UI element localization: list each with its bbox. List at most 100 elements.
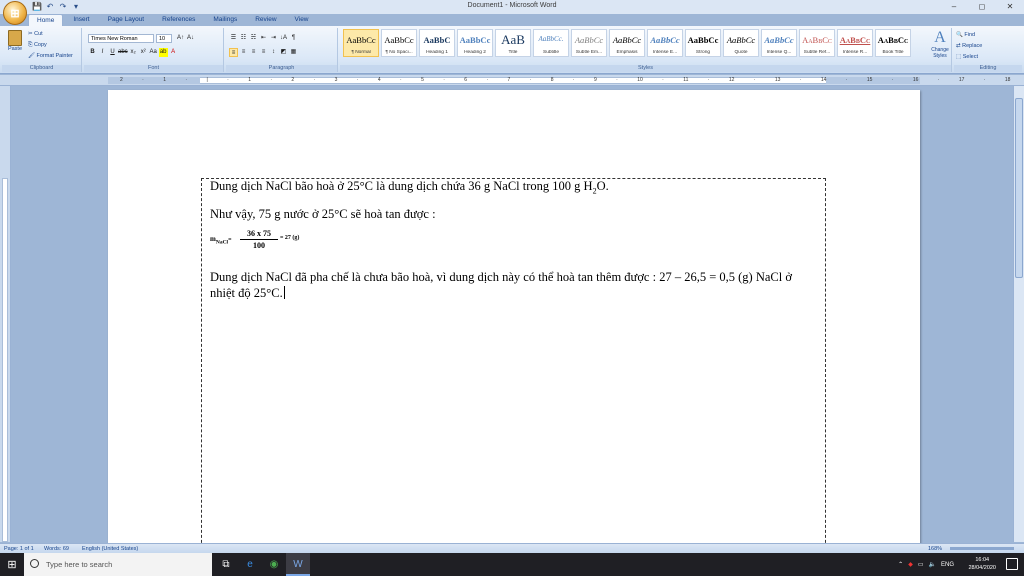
strikethrough-button[interactable]: abc [118, 48, 128, 57]
edge-icon[interactable]: e [238, 553, 262, 576]
format-painter-button[interactable]: 🖌 Format Painter [28, 53, 73, 59]
ruler-numbers: 2 · 1 · | · 1 · 2 · 3 · 4 · 5 · 6 · 7 · … [120, 77, 1011, 83]
bold-button[interactable]: B [88, 48, 97, 57]
style-book-title[interactable]: AaBbCc Book Title [875, 29, 911, 57]
font-color-button[interactable]: A [169, 48, 178, 57]
title-bar: 💾 ↶ ↷ ▾ Document1 - Microsoft Word – ◻ ✕ [0, 0, 1024, 14]
ribbon: Paste ✂ Cut ⎘ Copy 🖌 Format Painter Clip… [0, 26, 1024, 74]
change-styles-button[interactable]: A Change Styles [928, 29, 952, 65]
paste-button[interactable]: Paste [6, 30, 24, 54]
close-button[interactable]: ✕ [996, 0, 1024, 14]
maximize-button[interactable]: ◻ [968, 0, 996, 14]
style-normal[interactable]: AaBbCc ¶ Normal [343, 29, 379, 57]
zoom-slider[interactable] [950, 547, 1014, 550]
change-case-button[interactable]: Aa [149, 48, 158, 57]
bullets-icon[interactable]: ☰ [229, 34, 238, 43]
windows-taskbar: ⊞ Type here to search ⧉ e ◉ W ⌃ ◆ ▭ 🔈 EN… [0, 553, 1024, 576]
subscript-button[interactable]: x₂ [129, 48, 138, 57]
style-subtle-emphasis[interactable]: AaBbCc Subtle Em... [571, 29, 607, 57]
text-caret [283, 286, 285, 299]
formula: mNaCl= 36 x 75 100 = 27 (g) [210, 229, 300, 250]
borders-icon[interactable]: ▦ [289, 48, 298, 57]
increase-indent-icon[interactable]: ⇥ [269, 34, 278, 43]
style-quote[interactable]: AaBbCc Quote [723, 29, 759, 57]
office-button[interactable]: ⊞ [3, 1, 27, 25]
minimize-button[interactable]: – [940, 0, 968, 14]
shading-icon[interactable]: ◩ [279, 48, 288, 57]
clipboard-group: Paste ✂ Cut ⎘ Copy 🖌 Format Painter Clip… [2, 28, 82, 72]
cut-button[interactable]: ✂ Cut [28, 31, 43, 37]
style-intense-reference[interactable]: AaBbCc Intense R... [837, 29, 873, 57]
horizontal-ruler[interactable]: 2 · 1 · | · 1 · 2 · 3 · 4 · 5 · 6 · 7 · … [0, 75, 1024, 86]
numbering-icon[interactable]: ☷ [239, 34, 248, 43]
paragraph-3: Dung dịch NaCl đã pha chế là chưa bão ho… [210, 270, 792, 284]
window-controls: – ◻ ✕ [940, 0, 1024, 14]
editing-group-label: Editing [954, 65, 1022, 72]
style-subtle-reference[interactable]: AaBbCc Subtle Ref... [799, 29, 835, 57]
taskbar-apps: ⧉ e ◉ W [214, 553, 310, 576]
align-center-icon[interactable]: ≡ [239, 48, 248, 57]
font-group: Times New Roman 10 A↑ A↓ B I U abc x₂ x²… [84, 28, 224, 72]
line-spacing-icon[interactable]: ↕ [269, 48, 278, 57]
find-button[interactable]: 🔍 Find [956, 30, 982, 41]
font-name-select[interactable]: Times New Roman [88, 34, 154, 43]
formula-fraction: 36 x 75 100 [240, 229, 278, 250]
network-icon[interactable]: ▭ [918, 561, 924, 568]
decrease-indent-icon[interactable]: ⇤ [259, 34, 268, 43]
tab-insert[interactable]: Insert [65, 14, 97, 26]
style-heading-1[interactable]: AaBbC Heading 1 [419, 29, 455, 57]
tab-home[interactable]: Home [28, 14, 64, 26]
vertical-scrollbar[interactable] [1013, 86, 1024, 542]
copy-button[interactable]: ⎘ Copy [28, 42, 47, 49]
chrome-icon[interactable]: ◉ [262, 553, 286, 576]
grow-font-button[interactable]: A↑ [176, 34, 185, 43]
font-size-select[interactable]: 10 [156, 34, 172, 43]
style-strong[interactable]: AaBbCc Strong [685, 29, 721, 57]
italic-button[interactable]: I [98, 48, 107, 57]
shrink-font-button[interactable]: A↓ [186, 34, 195, 43]
select-button[interactable]: ⬚ Select [956, 52, 982, 63]
style-no-spacing[interactable]: AaBbCc ¶ No Spaci... [381, 29, 417, 57]
font-group-label: Font [84, 65, 223, 72]
search-icon [30, 559, 39, 568]
language-indicator-tray[interactable]: ENG [941, 562, 954, 568]
style-emphasis[interactable]: AaBbCc Emphasis [609, 29, 645, 57]
clipboard-icon [8, 30, 22, 46]
align-left-icon[interactable]: ≡ [229, 48, 238, 57]
highlight-button[interactable]: ab [158, 48, 168, 57]
style-title[interactable]: AaB Title [495, 29, 531, 57]
word-app-icon[interactable]: W [286, 553, 310, 576]
vertical-ruler[interactable] [0, 86, 11, 542]
tab-view[interactable]: View [287, 14, 317, 26]
tab-references[interactable]: References [154, 14, 203, 26]
antivirus-icon[interactable]: ◆ [908, 561, 913, 568]
taskbar-clock[interactable]: 16:04 28/04/2020 [968, 556, 996, 572]
scrollbar-thumb[interactable] [1015, 98, 1023, 278]
style-intense-emphasis[interactable]: AaBbCc Intense E... [647, 29, 683, 57]
notification-icon[interactable] [1006, 558, 1018, 570]
superscript-button[interactable]: x² [139, 48, 148, 57]
tab-page-layout[interactable]: Page Layout [100, 14, 153, 26]
style-subtitle[interactable]: AaBbCc. Subtitle [533, 29, 569, 57]
clipboard-group-label: Clipboard [2, 65, 81, 72]
replace-button[interactable]: ⇄ Replace [956, 41, 982, 52]
sort-icon[interactable]: ↓A [279, 34, 288, 43]
show-marks-icon[interactable]: ¶ [289, 34, 298, 43]
volume-icon[interactable]: 🔈 [929, 561, 936, 568]
taskbar-search-input[interactable]: Type here to search [24, 553, 212, 576]
align-right-icon[interactable]: ≡ [249, 48, 258, 57]
tab-mailings[interactable]: Mailings [205, 14, 245, 26]
paragraph-4: nhiệt độ 25°C. [210, 286, 285, 300]
multilevel-list-icon[interactable]: ☵ [249, 34, 258, 43]
style-heading-2[interactable]: AaBbCc Heading 2 [457, 29, 493, 57]
task-view-icon[interactable]: ⧉ [214, 553, 238, 576]
tray-chevron-icon[interactable]: ⌃ [898, 561, 903, 568]
underline-button[interactable]: U [108, 48, 117, 57]
style-intense-quote[interactable]: AaBbCc Intense Q... [761, 29, 797, 57]
tab-review[interactable]: Review [247, 14, 284, 26]
paragraph-group-label: Paragraph [226, 65, 337, 72]
document-page[interactable]: Dung dịch NaCl bão hoà ở 25°C là dung dị… [108, 90, 920, 558]
editing-buttons: 🔍 Find ⇄ Replace ⬚ Select [956, 30, 982, 63]
windows-start-icon[interactable]: ⊞ [0, 553, 24, 576]
justify-icon[interactable]: ≡ [259, 48, 268, 57]
